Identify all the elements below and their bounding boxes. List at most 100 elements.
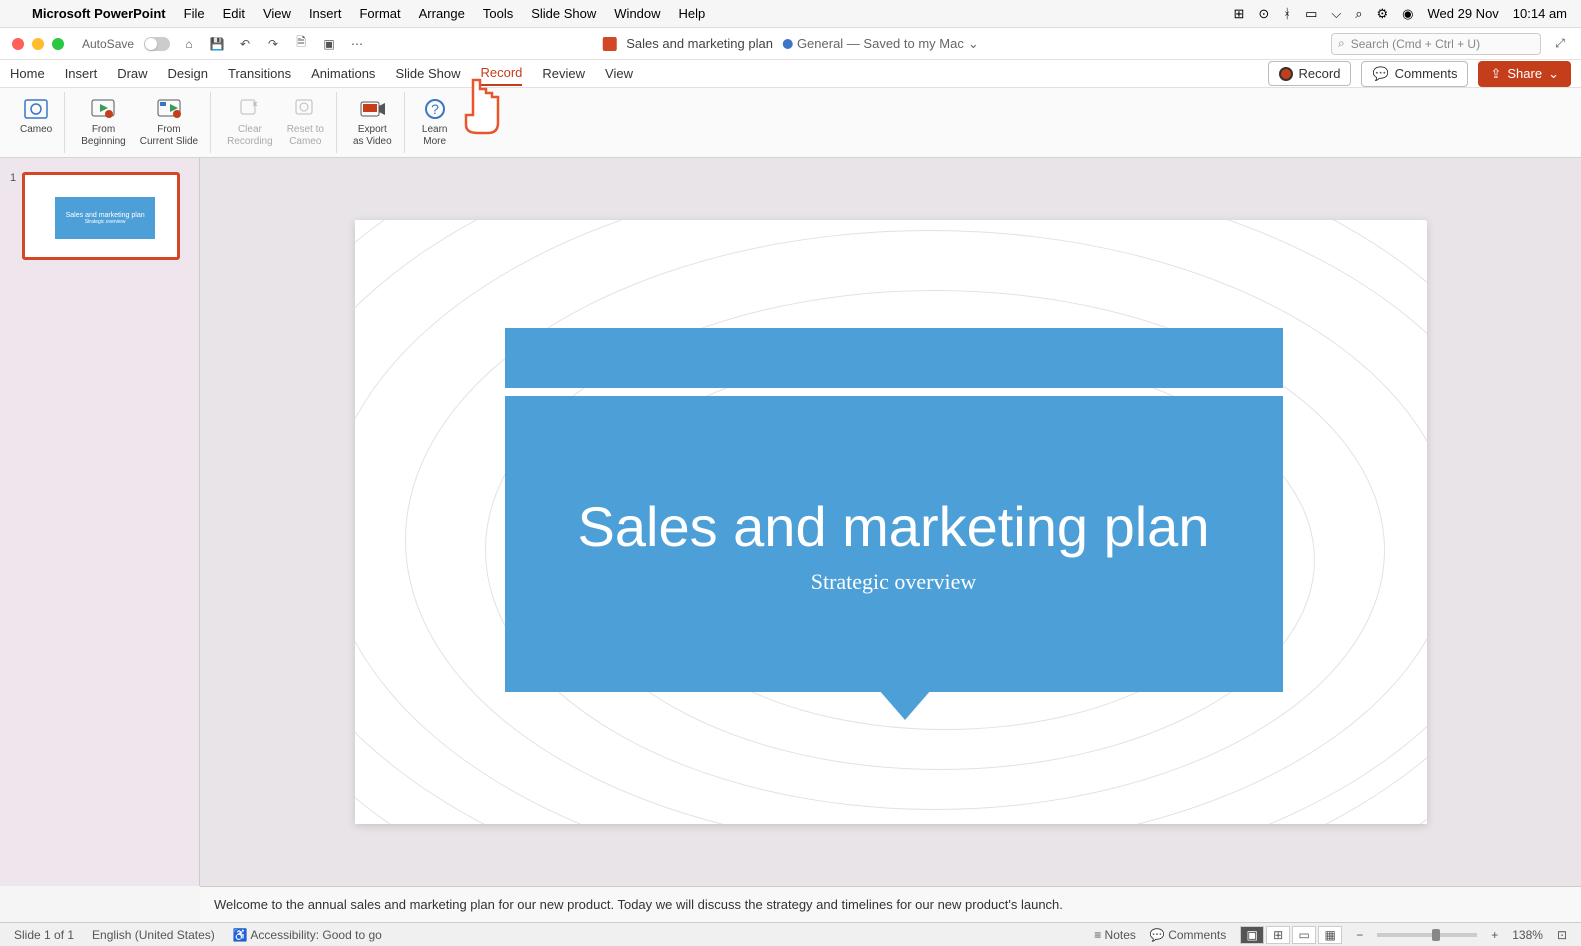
window-controls [12, 38, 64, 50]
tab-record[interactable]: Record [480, 61, 522, 86]
slide-canvas-area[interactable]: Sales and marketing plan Strategic overv… [200, 158, 1581, 886]
tab-view[interactable]: View [605, 62, 633, 85]
comments-button-label: Comments [1395, 66, 1458, 81]
comments-toggle[interactable]: 💬 Comments [1150, 928, 1226, 942]
zoom-out-button[interactable]: − [1356, 928, 1363, 942]
slide-subtitle[interactable]: Strategic overview [811, 569, 977, 595]
print-icon[interactable]: 🗎 [292, 35, 310, 53]
slide-thumbnail-panel[interactable]: 1 Sales and marketing plan Strategic ove… [0, 158, 200, 886]
spotlight-icon[interactable]: ⌕ [1355, 6, 1362, 22]
wifi-icon[interactable]: ⌵ [1331, 6, 1341, 22]
sensitivity-dot-icon [783, 39, 793, 49]
fit-to-window-button[interactable]: ⊡ [1557, 928, 1567, 942]
search-icon: ⌕ [1338, 36, 1345, 51]
quick-access-toolbar: AutoSave ⌂ 💾 ↶ ↷ 🗎 ▣ ⋯ Sales and marketi… [0, 28, 1581, 60]
autosave-label: AutoSave [82, 37, 134, 51]
slide-count[interactable]: Slide 1 of 1 [14, 928, 74, 942]
menu-edit[interactable]: Edit [223, 6, 245, 21]
menu-insert[interactable]: Insert [309, 6, 342, 21]
notes-toggle[interactable]: ≡ Notes [1094, 928, 1136, 942]
notes-text[interactable]: Welcome to the annual sales and marketin… [214, 897, 1063, 912]
autosave-toggle[interactable] [144, 37, 170, 51]
language-status[interactable]: English (United States) [92, 928, 215, 942]
play-from-beginning-icon [89, 96, 117, 122]
tab-animations[interactable]: Animations [311, 62, 375, 85]
save-icon[interactable]: 💾 [208, 35, 226, 53]
tab-review[interactable]: Review [542, 62, 585, 85]
menu-file[interactable]: File [184, 6, 205, 21]
slide-main-box[interactable]: Sales and marketing plan Strategic overv… [505, 396, 1283, 692]
from-current-slide-button[interactable]: From Current Slide [134, 92, 204, 152]
menu-window[interactable]: Window [614, 6, 660, 21]
tab-insert[interactable]: Insert [65, 62, 98, 85]
tab-home[interactable]: Home [10, 62, 45, 85]
record-icon[interactable]: ⊙ [1258, 6, 1269, 22]
search-input[interactable]: ⌕ Search (Cmd + Ctrl + U) [1331, 33, 1541, 55]
tab-transitions[interactable]: Transitions [228, 62, 291, 85]
comments-button[interactable]: 💬 Comments [1361, 61, 1468, 87]
learn-more-button[interactable]: ? Learn More [415, 92, 455, 152]
reading-view-button[interactable]: ▭ [1292, 926, 1316, 944]
zoom-slider[interactable] [1377, 933, 1477, 937]
ribbon-content: Cameo From Beginning From Current Slide … [0, 88, 1581, 158]
chevron-down-icon: ⌄ [968, 36, 979, 52]
tab-draw[interactable]: Draw [117, 62, 147, 85]
menu-view[interactable]: View [263, 6, 291, 21]
slide-canvas[interactable]: Sales and marketing plan Strategic overv… [355, 220, 1427, 824]
teams-icon[interactable]: ⊞ [1233, 6, 1244, 22]
menu-tools[interactable]: Tools [483, 6, 513, 21]
reset-cameo-icon [291, 96, 319, 122]
cameo-button[interactable]: Cameo [14, 92, 58, 140]
thumb-subtitle: Strategic overview [85, 219, 126, 225]
siri-icon[interactable]: ◉ [1402, 6, 1413, 22]
bluetooth-icon[interactable]: ᚼ [1283, 6, 1291, 21]
control-center-icon[interactable]: ⚙ [1377, 6, 1389, 22]
slide-callout-pointer [879, 690, 931, 720]
learn-more-label: Learn More [422, 124, 448, 148]
comment-icon: 💬 [1372, 66, 1388, 82]
zoom-in-button[interactable]: + [1491, 928, 1498, 942]
from-beginning-button[interactable]: From Beginning [75, 92, 131, 152]
undo-icon[interactable]: ↶ [236, 35, 254, 53]
minimize-window-button[interactable] [32, 38, 44, 50]
record-button[interactable]: Record [1268, 61, 1352, 86]
slide-top-bar[interactable] [505, 328, 1283, 388]
menu-format[interactable]: Format [359, 6, 400, 21]
present-icon[interactable]: ▣ [320, 35, 338, 53]
menu-arrange[interactable]: Arrange [419, 6, 465, 21]
export-video-label: Export as Video [353, 124, 392, 148]
menubar-time[interactable]: 10:14 am [1513, 6, 1567, 21]
from-beginning-label: From Beginning [81, 124, 125, 148]
slideshow-view-button[interactable]: ▦ [1318, 926, 1342, 944]
close-window-button[interactable] [12, 38, 24, 50]
export-video-button[interactable]: Export as Video [347, 92, 398, 152]
normal-view-button[interactable]: ▣ [1240, 926, 1264, 944]
battery-icon[interactable]: ▭ [1305, 6, 1317, 22]
menu-slideshow[interactable]: Slide Show [531, 6, 596, 21]
share-button[interactable]: ⇪ Share ⌄ [1478, 61, 1571, 87]
more-icon[interactable]: ⋯ [348, 35, 366, 53]
play-from-current-icon [155, 96, 183, 122]
sensitivity-label[interactable]: General — Saved to my Mac ⌄ [783, 36, 979, 52]
slide-thumbnail[interactable]: Sales and marketing plan Strategic overv… [22, 172, 180, 260]
reset-cameo-button: Reset to Cameo [281, 92, 330, 152]
maximize-window-button[interactable] [52, 38, 64, 50]
tab-design[interactable]: Design [168, 62, 208, 85]
redo-icon[interactable]: ↷ [264, 35, 282, 53]
collapse-ribbon-icon[interactable]: ⤢ [1551, 35, 1569, 53]
home-icon[interactable]: ⌂ [180, 35, 198, 53]
clear-recording-icon [236, 96, 264, 122]
menubar-date[interactable]: Wed 29 Nov [1428, 6, 1499, 21]
accessibility-status[interactable]: ♿ Accessibility: Good to go [233, 928, 382, 942]
sorter-view-button[interactable]: ⊞ [1266, 926, 1290, 944]
zoom-level[interactable]: 138% [1512, 928, 1543, 942]
app-name[interactable]: Microsoft PowerPoint [32, 6, 166, 21]
record-dot-icon [1279, 67, 1293, 81]
notes-pane[interactable]: Welcome to the annual sales and marketin… [200, 886, 1581, 922]
document-title[interactable]: Sales and marketing plan [626, 36, 773, 51]
cameo-label: Cameo [20, 124, 52, 136]
tab-slideshow[interactable]: Slide Show [395, 62, 460, 85]
menu-help[interactable]: Help [679, 6, 706, 21]
slide-title[interactable]: Sales and marketing plan [578, 494, 1210, 559]
share-button-label: Share [1507, 66, 1542, 81]
